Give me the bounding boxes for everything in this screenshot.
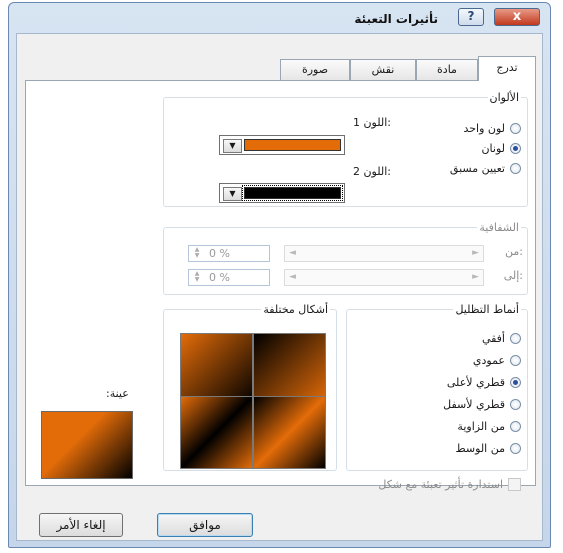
color2-picker[interactable]: ▼	[219, 183, 345, 203]
radio-horizontal-circle[interactable]	[510, 333, 521, 344]
color1-swatch	[244, 139, 341, 151]
cancel-button-label: إلغاء الأمر	[56, 518, 106, 532]
tab-pattern-label: نقش	[371, 63, 395, 76]
shading-styles-legend: أنماط التظليل	[455, 303, 519, 316]
slider-left-arrow-icon: ◄	[289, 248, 296, 258]
ok-button-label: موافق	[189, 518, 221, 532]
radio-vertical-label: عمودي	[472, 354, 505, 367]
colors-group: الألوان	[163, 91, 528, 207]
transparency-from-slider[interactable]: ◄ ►	[284, 245, 484, 262]
radio-from-center-circle[interactable]	[510, 443, 521, 454]
help-button[interactable]: ?	[458, 8, 484, 26]
tab-texture-label: مادة	[437, 63, 457, 76]
close-icon: x	[512, 9, 522, 24]
radio-diagonal-up-label: قطري لأعلى	[446, 376, 505, 389]
variant-tile-4[interactable]	[180, 396, 253, 469]
dialog-title: تأثيرات التعبئة	[354, 12, 438, 26]
radio-diagonal-up-circle[interactable]	[510, 377, 521, 388]
transparency-from-value: 0 %	[209, 247, 230, 260]
close-button[interactable]: x	[494, 8, 540, 26]
slider-left-arrow-icon: ◄	[289, 272, 296, 282]
radio-diagonal-up[interactable]: قطري لأعلى	[447, 375, 521, 391]
radio-two-colors-label: لونان	[481, 142, 505, 155]
rotate-with-shape-option[interactable]: استدارة تأثير تعبئة مع شكل	[378, 477, 521, 493]
radio-preset-circle[interactable]	[510, 163, 521, 174]
color2-swatch	[242, 185, 343, 201]
transparency-from-spinner[interactable]: ▲ ▼ 0 %	[188, 245, 270, 262]
tab-pattern[interactable]: نقش	[350, 59, 416, 80]
transparency-to-spinner[interactable]: ▲ ▼ 0 %	[188, 269, 270, 286]
radio-two-colors[interactable]: لونان	[481, 141, 521, 157]
transparency-group-legend: الشفافية	[479, 221, 519, 234]
radio-two-colors-circle[interactable]	[510, 143, 521, 154]
radio-one-color[interactable]: لون واحد	[463, 121, 521, 137]
transparency-to-slider[interactable]: ◄ ►	[284, 269, 484, 286]
transparency-to-value: 0 %	[209, 271, 230, 284]
sample-label: عينة:	[106, 387, 129, 400]
slider-right-arrow-icon: ►	[472, 272, 479, 282]
color2-dropdown-icon[interactable]: ▼	[223, 187, 242, 201]
ok-button[interactable]: موافق	[157, 513, 253, 537]
color1-label: اللون 1:	[352, 116, 391, 129]
tab-gradient[interactable]: تدرج	[478, 56, 536, 81]
radio-from-corner[interactable]: من الزاوية	[457, 419, 521, 435]
radio-from-center-label: من الوسط	[455, 442, 505, 455]
spinner-arrows-icon[interactable]: ▲ ▼	[191, 271, 203, 284]
dialog-client-area: تدرج مادة نقش صورة الألوان لون واحد لونا…	[16, 33, 543, 541]
tab-texture[interactable]: مادة	[416, 59, 478, 80]
color2-label: اللون 2:	[352, 165, 391, 178]
radio-diagonal-down-label: قطري لأسفل	[443, 398, 505, 411]
radio-one-color-circle[interactable]	[510, 123, 521, 134]
radio-vertical-circle[interactable]	[510, 355, 521, 366]
radio-horizontal-label: أفقي	[481, 332, 505, 345]
cancel-button[interactable]: إلغاء الأمر	[39, 513, 123, 537]
colors-group-legend: الألوان	[489, 91, 520, 104]
radio-preset[interactable]: تعيين مسبق	[450, 161, 521, 177]
transparency-to-label: إلى:	[503, 269, 523, 282]
radio-from-corner-circle[interactable]	[510, 421, 521, 432]
help-icon: ?	[467, 9, 475, 23]
tab-gradient-label: تدرج	[496, 61, 518, 74]
variants-group-legend: أشكال مختلفة	[263, 303, 328, 316]
fill-effects-dialog: تأثيرات التعبئة ? x تدرج مادة نقش صورة ا…	[8, 2, 551, 548]
radio-preset-label: تعيين مسبق	[449, 162, 505, 175]
radio-from-corner-label: من الزاوية	[457, 420, 505, 433]
radio-diagonal-down[interactable]: قطري لأسفل	[443, 397, 521, 413]
sample-preview	[41, 411, 133, 479]
tab-strip: تدرج مادة نقش صورة	[25, 56, 536, 81]
tab-picture[interactable]: صورة	[280, 59, 350, 80]
radio-one-color-label: لون واحد	[463, 122, 505, 135]
color1-dropdown-icon[interactable]: ▼	[223, 139, 242, 153]
radio-diagonal-down-circle[interactable]	[510, 399, 521, 410]
variant-tile-3[interactable]	[253, 396, 326, 469]
radio-from-center[interactable]: من الوسط	[455, 441, 521, 457]
rotate-with-shape-label: استدارة تأثير تعبئة مع شكل	[378, 478, 503, 491]
tab-picture-label: صورة	[301, 63, 329, 76]
rotate-with-shape-checkbox[interactable]	[508, 478, 521, 491]
gradient-tab-panel: الألوان لون واحد لونان تعيين مسبق اللون …	[25, 80, 536, 491]
spinner-arrows-icon[interactable]: ▲ ▼	[191, 247, 203, 260]
slider-right-arrow-icon: ►	[472, 248, 479, 258]
radio-vertical[interactable]: عمودي	[473, 353, 521, 369]
radio-horizontal[interactable]: أفقي	[482, 331, 521, 347]
title-bar: تأثيرات التعبئة ? x	[9, 3, 550, 33]
transparency-from-label: من:	[505, 245, 523, 258]
color1-picker[interactable]: ▼	[219, 135, 345, 155]
